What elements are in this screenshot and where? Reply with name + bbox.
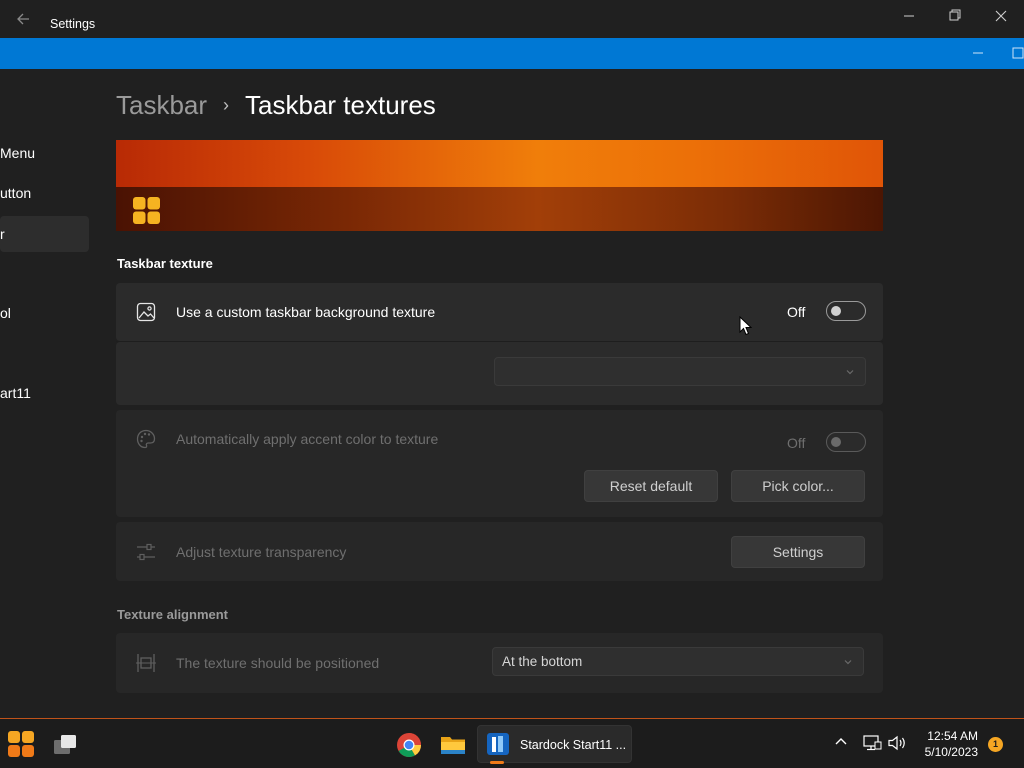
taskbar-app-stardock-start11[interactable]: Stardock Start11 ... (477, 725, 632, 763)
image-icon (135, 301, 157, 323)
palette-icon (135, 428, 157, 450)
start11-logo-icon (132, 196, 161, 225)
volume-icon[interactable] (887, 733, 907, 753)
breadcrumb: Taskbar › Taskbar textures (116, 88, 436, 122)
sidebar-item-start-button[interactable]: utton (0, 175, 89, 211)
taskbar: Stardock Start11 ... 12:54 AM 5/10/2023 … (0, 718, 1024, 768)
accent-color-label: Automatically apply accent color to text… (176, 431, 439, 447)
title-bar: Settings (0, 0, 1024, 38)
sidebar-item-taskbar[interactable]: r (0, 216, 89, 252)
active-app-indicator (490, 761, 504, 764)
taskbar-texture-preview (116, 140, 883, 231)
sliders-icon (135, 541, 157, 563)
app-title: Settings (50, 17, 96, 31)
custom-texture-label: Use a custom taskbar background texture (176, 304, 436, 320)
chevron-down-icon (846, 370, 854, 375)
chevron-up-icon[interactable] (832, 733, 850, 751)
start11-app-icon (486, 732, 510, 756)
mouse-cursor-icon (739, 315, 753, 336)
sidebar-item-control[interactable]: ol (0, 295, 89, 331)
minimize-icon[interactable] (886, 6, 932, 28)
breadcrumb-parent[interactable]: Taskbar (116, 90, 207, 121)
section-title-texture-alignment: Texture alignment (117, 607, 229, 622)
notification-badge[interactable]: 1 (988, 737, 1003, 752)
accent-toggle-state: Off (787, 435, 806, 451)
accent-color-toggle[interactable] (826, 432, 866, 452)
reset-default-button[interactable]: Reset default (584, 470, 718, 502)
custom-texture-toggle[interactable] (826, 301, 866, 321)
chrome-icon[interactable] (395, 731, 423, 759)
task-view-icon[interactable] (51, 731, 79, 759)
minimize-icon[interactable] (970, 46, 986, 60)
clock-date[interactable]: 5/10/2023 (916, 745, 978, 759)
close-icon[interactable] (978, 6, 1024, 28)
start11-start-button-icon[interactable] (7, 730, 35, 758)
sidebar-item-start-menu[interactable]: Menu (0, 135, 89, 171)
file-explorer-icon[interactable] (439, 731, 467, 759)
chevron-down-icon (844, 660, 852, 665)
background-window-titlebar (0, 38, 1024, 69)
restore-icon[interactable] (932, 6, 978, 28)
transparency-settings-button[interactable]: Settings (731, 536, 865, 568)
transparency-label: Adjust texture transparency (176, 544, 347, 560)
sidebar: Menu utton r ol art11 (0, 69, 100, 718)
clock-time[interactable]: 12:54 AM (920, 729, 978, 743)
sidebar-item-about-start11[interactable]: art11 (0, 375, 89, 411)
custom-texture-toggle-state: Off (787, 304, 806, 320)
preview-taskbar-area (116, 187, 883, 231)
texture-position-dropdown[interactable]: At the bottom (492, 647, 864, 676)
preview-desktop-area (116, 140, 883, 187)
taskbar-app-label: Stardock Start11 ... (520, 738, 627, 752)
back-arrow-icon[interactable] (12, 8, 36, 30)
page-title: Taskbar textures (245, 89, 436, 120)
pick-color-button[interactable]: Pick color... (731, 470, 865, 502)
network-icon[interactable] (862, 733, 882, 753)
section-title-taskbar-texture: Taskbar texture (117, 256, 213, 271)
maximize-icon[interactable] (1010, 46, 1024, 60)
breadcrumb-separator: › (223, 94, 230, 115)
texture-position-label: The texture should be positioned (176, 655, 380, 671)
alignment-icon (135, 652, 157, 674)
texture-file-dropdown[interactable] (494, 357, 866, 386)
